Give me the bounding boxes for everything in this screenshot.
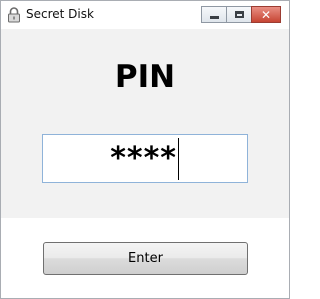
minimize-button[interactable] xyxy=(201,6,227,23)
maximize-button[interactable] xyxy=(226,6,252,23)
enter-button[interactable]: Enter xyxy=(43,242,248,275)
window-title: Secret Disk xyxy=(26,7,94,21)
close-icon: ✕ xyxy=(260,7,272,22)
app-window: Secret Disk ✕ PIN **** Enter xyxy=(0,0,290,299)
button-area: Enter xyxy=(1,218,289,298)
pin-masked-value: **** xyxy=(110,141,177,176)
close-button[interactable]: ✕ xyxy=(251,6,281,23)
pin-input[interactable]: **** xyxy=(42,134,248,183)
text-caret xyxy=(178,138,179,180)
enter-button-label: Enter xyxy=(128,251,163,266)
pin-panel: PIN **** xyxy=(1,29,289,218)
title-bar[interactable]: Secret Disk ✕ xyxy=(1,1,289,29)
maximize-icon xyxy=(234,11,244,18)
window-controls: ✕ xyxy=(201,6,281,24)
minimize-icon xyxy=(209,16,219,19)
pin-heading: PIN xyxy=(114,59,176,95)
lock-icon xyxy=(8,7,20,23)
